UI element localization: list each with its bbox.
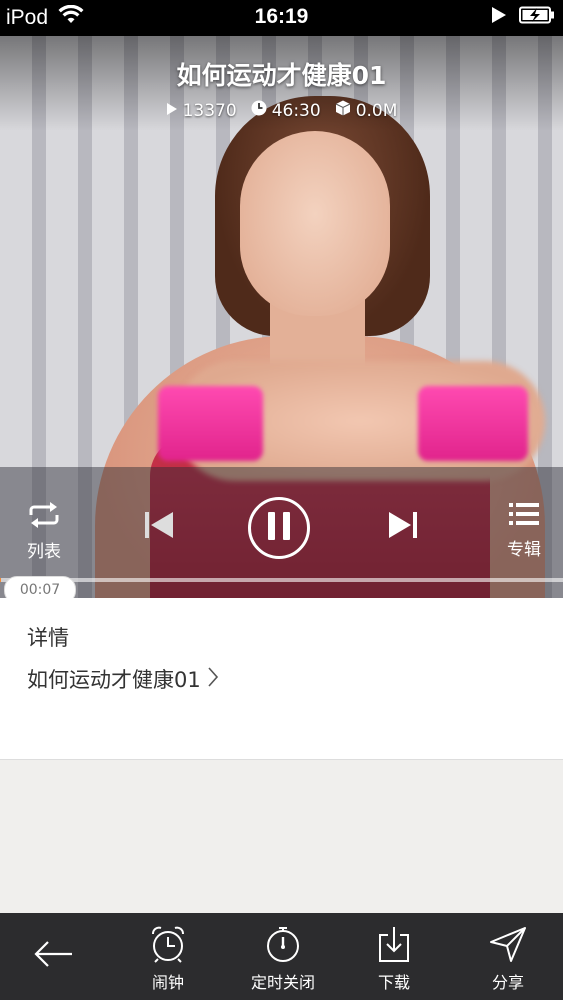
duration-value: 46:30 [271, 100, 321, 121]
alarm-button[interactable]: 闹钟 [140, 925, 196, 993]
download-icon [376, 927, 412, 967]
back-button[interactable] [34, 939, 74, 973]
status-time: 16:19 [254, 5, 309, 28]
skip-next-icon [387, 512, 419, 544]
progress-bar[interactable] [0, 578, 563, 582]
share-button[interactable]: 分享 [478, 925, 538, 993]
bottom-toolbar: 闹钟 定时关闭 下载 分享 [0, 913, 563, 1000]
clock-icon [251, 100, 267, 121]
pause-button[interactable] [248, 497, 310, 559]
share-label: 分享 [491, 973, 524, 992]
file-size-value: 0.0M [355, 100, 398, 121]
details-link[interactable]: 如何运动才健康01 [27, 664, 219, 694]
play-count-icon [166, 101, 178, 121]
download-button[interactable]: 下载 [364, 925, 424, 993]
track-title: 如何运动才健康01 [176, 61, 387, 90]
details-heading: 详情 [27, 626, 69, 650]
stopwatch-icon [264, 927, 302, 967]
cover-art-dumbbell-right [418, 386, 528, 461]
play-count: 13370 [166, 100, 237, 121]
previous-button[interactable] [143, 510, 175, 544]
cover-art-face [240, 131, 390, 316]
progress-fill [0, 578, 2, 582]
track-meta: 13370 46:30 0.0M [0, 100, 563, 121]
pause-icon [266, 511, 292, 545]
playlist-label: 列表 [27, 542, 61, 562]
download-label: 下载 [377, 973, 410, 992]
repeat-icon [27, 502, 61, 533]
album-label: 专辑 [507, 540, 541, 560]
album-button[interactable]: 专辑 [492, 501, 556, 560]
alarm-clock-icon [149, 926, 187, 967]
battery-charging-icon [519, 6, 555, 30]
arrow-left-icon [34, 941, 74, 973]
chevron-right-icon [207, 666, 219, 693]
status-bar: iPod 16:19 [0, 0, 563, 36]
sleep-timer-label: 定时关闭 [250, 973, 315, 992]
send-icon [489, 927, 527, 967]
status-bar-right [491, 6, 555, 30]
skip-previous-icon [143, 512, 175, 544]
details-link-text: 如何运动才健康01 [27, 668, 201, 692]
play-count-value: 13370 [182, 100, 237, 121]
sleep-timer-button[interactable]: 定时关闭 [243, 925, 323, 993]
details-section: 详情 如何运动才健康01 [0, 598, 563, 760]
cover-art-dumbbell-left [158, 386, 263, 461]
list-icon [508, 503, 540, 531]
duration: 46:30 [251, 100, 321, 121]
album-cover: 如何运动才健康01 13370 46:30 0.0M 列表 专辑 [0, 36, 563, 598]
next-button[interactable] [387, 510, 419, 544]
alarm-label: 闹钟 [151, 973, 184, 992]
package-icon [335, 100, 351, 121]
file-size: 0.0M [335, 100, 398, 121]
playlist-button[interactable]: 列表 [14, 501, 74, 562]
play-status-icon [491, 6, 507, 30]
